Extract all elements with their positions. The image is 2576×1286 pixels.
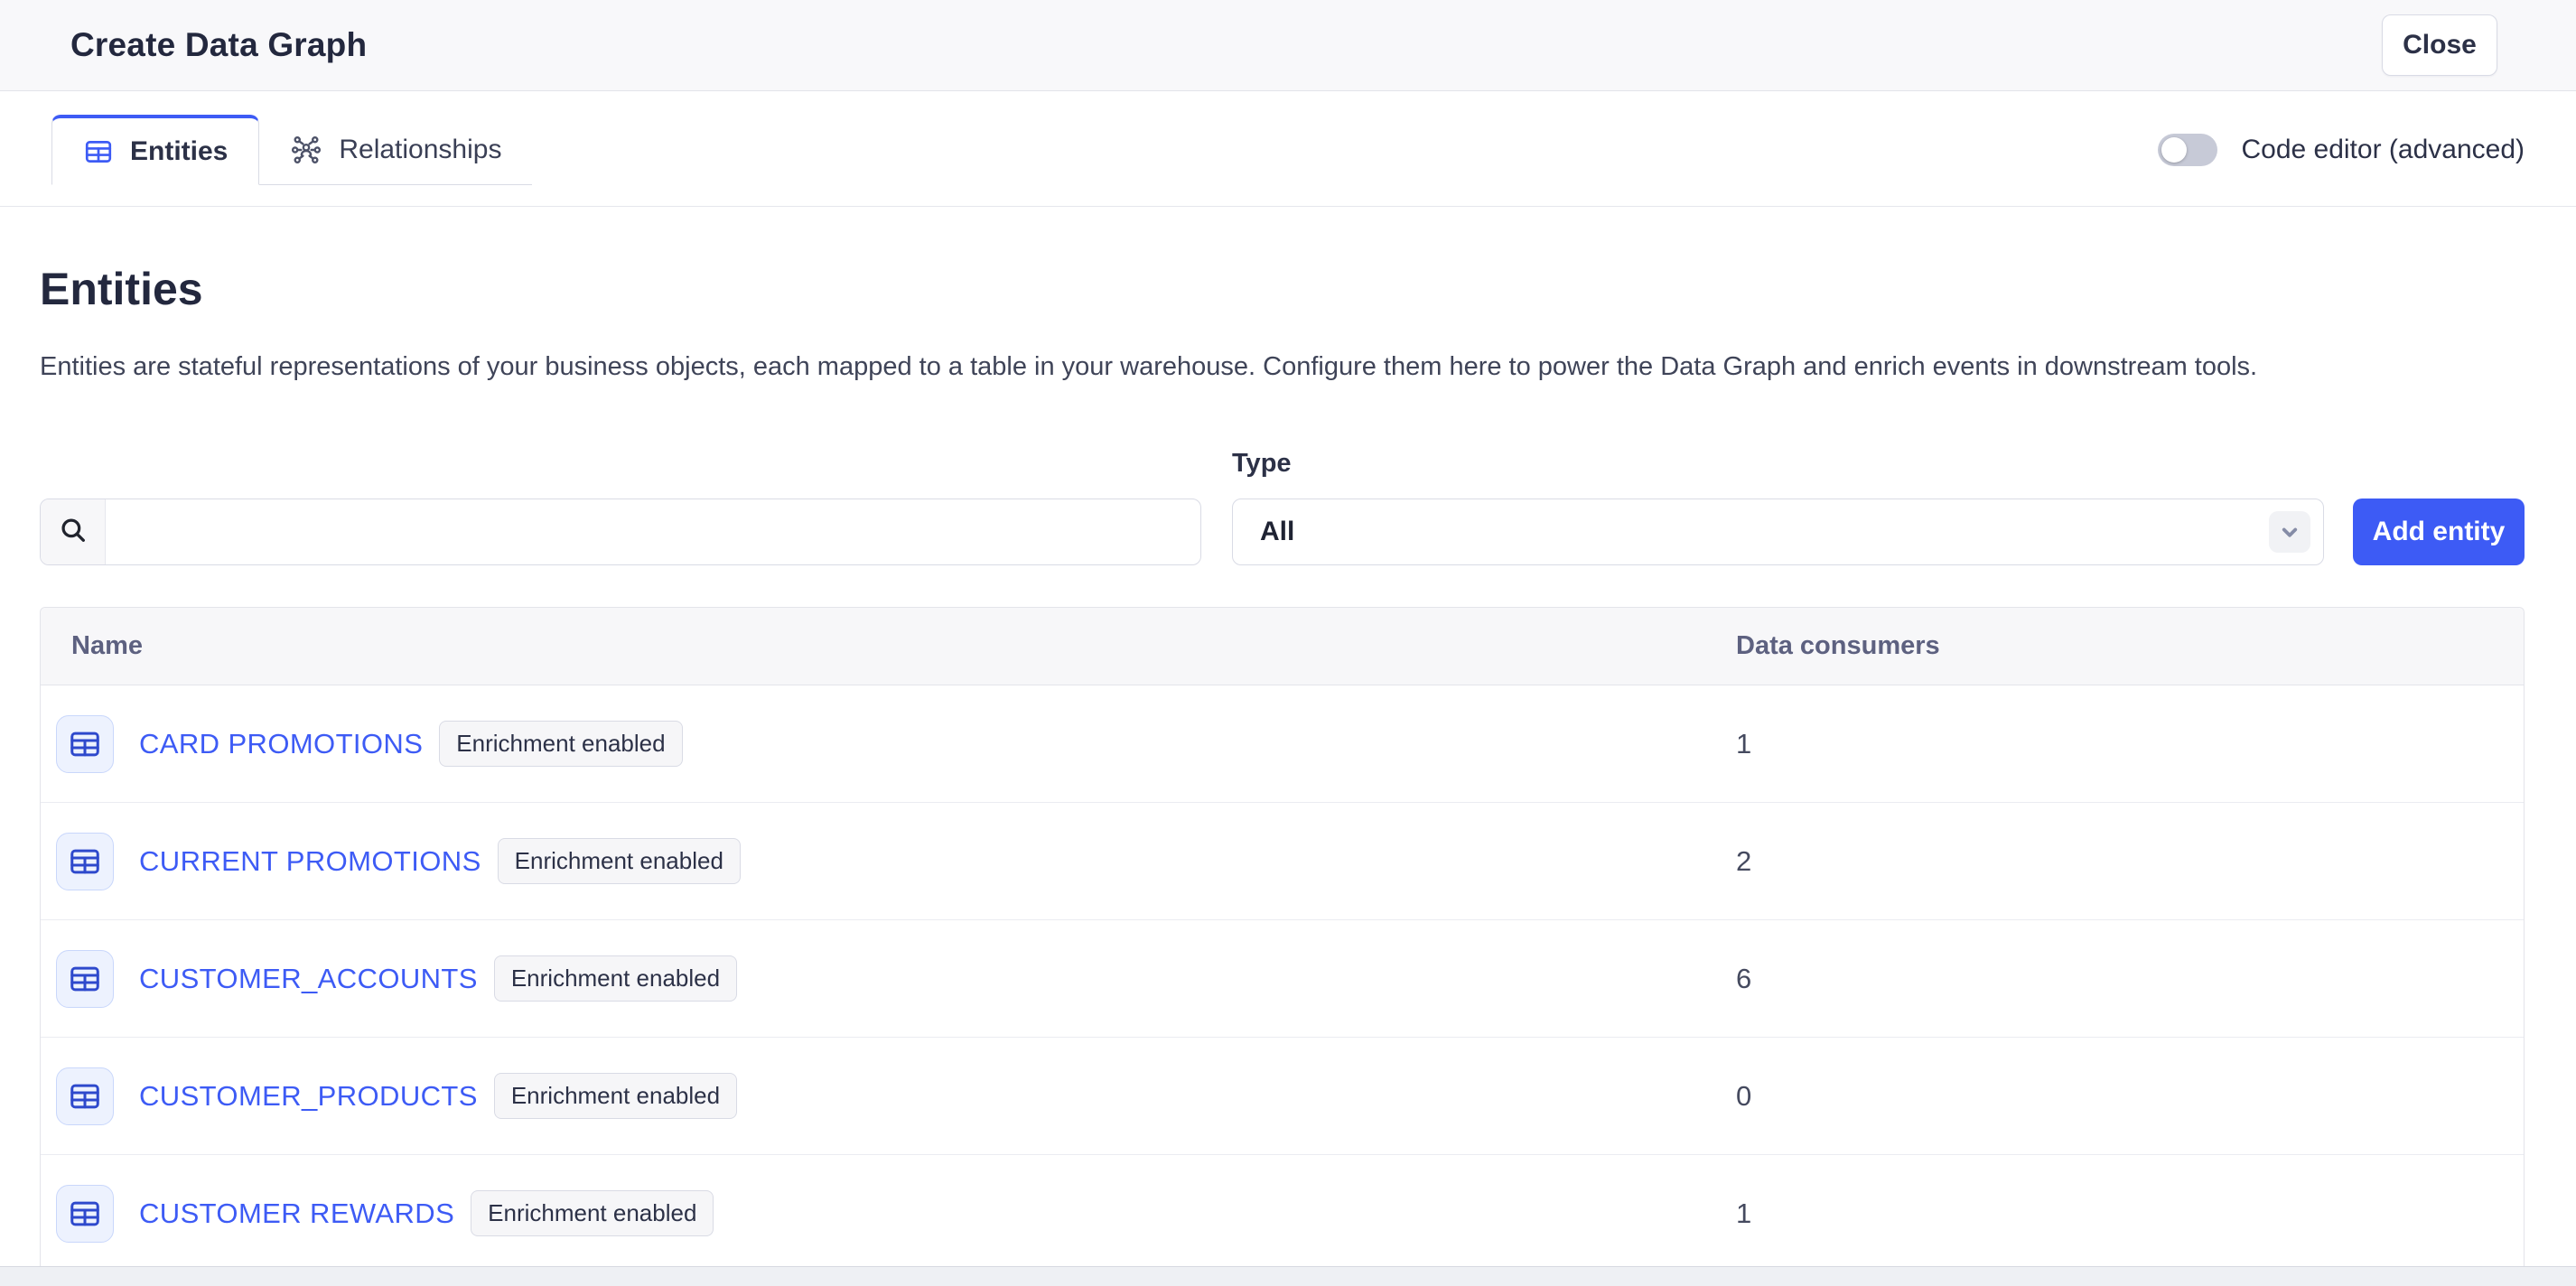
enrichment-badge: Enrichment enabled bbox=[471, 1190, 714, 1236]
type-filter-select[interactable]: All bbox=[1232, 499, 2324, 565]
search-prefix bbox=[41, 499, 106, 564]
name-cell: CUSTOMER_PRODUCTS Enrichment enabled bbox=[41, 1067, 1736, 1125]
entity-table-icon bbox=[56, 833, 114, 890]
code-editor-toggle-label: Code editor (advanced) bbox=[2241, 135, 2525, 165]
toggle-knob bbox=[2161, 137, 2187, 163]
tab-entities[interactable]: Entities bbox=[51, 115, 259, 185]
data-consumers-value: 0 bbox=[1736, 1080, 2524, 1113]
column-header-name: Name bbox=[41, 631, 1736, 661]
data-consumers-value: 6 bbox=[1736, 963, 2524, 995]
search-icon bbox=[58, 515, 89, 550]
entity-link[interactable]: CARD PROMOTIONS bbox=[139, 728, 423, 760]
enrichment-badge: Enrichment enabled bbox=[494, 955, 737, 1002]
entity-link[interactable]: CUSTOMER REWARDS bbox=[139, 1197, 454, 1230]
entity-link[interactable]: CUSTOMER_PRODUCTS bbox=[139, 1080, 478, 1113]
search-box bbox=[40, 499, 1201, 565]
entities-table: Name Data consumers CARD PROMOTIONS Enri… bbox=[40, 607, 2525, 1272]
table-row[interactable]: CURRENT PROMOTIONS Enrichment enabled 2 bbox=[41, 803, 2524, 920]
table-row[interactable]: CUSTOMER_PRODUCTS Enrichment enabled 0 bbox=[41, 1038, 2524, 1155]
entity-table-icon bbox=[56, 1185, 114, 1243]
add-entity-button[interactable]: Add entity bbox=[2353, 499, 2525, 565]
type-filter-value: All bbox=[1260, 517, 1294, 547]
code-editor-toggle-group: Code editor (advanced) bbox=[2158, 115, 2525, 185]
name-cell: CURRENT PROMOTIONS Enrichment enabled bbox=[41, 833, 1736, 890]
table-row[interactable]: CUSTOMER_ACCOUNTS Enrichment enabled 6 bbox=[41, 920, 2524, 1038]
enrichment-badge: Enrichment enabled bbox=[498, 838, 741, 884]
tab-relationships[interactable]: Relationships bbox=[259, 115, 532, 184]
name-cell: CUSTOMER REWARDS Enrichment enabled bbox=[41, 1185, 1736, 1243]
section-description: Entities are stateful representations of… bbox=[40, 348, 2525, 386]
table-row[interactable]: CUSTOMER REWARDS Enrichment enabled 1 bbox=[41, 1155, 2524, 1272]
name-cell: CUSTOMER_ACCOUNTS Enrichment enabled bbox=[41, 950, 1736, 1008]
entity-link[interactable]: CUSTOMER_ACCOUNTS bbox=[139, 963, 478, 995]
entity-table-icon bbox=[56, 1067, 114, 1125]
table-header-row: Name Data consumers bbox=[41, 608, 2524, 685]
column-header-data-consumers: Data consumers bbox=[1736, 631, 2524, 661]
section-heading: Entities bbox=[40, 263, 2525, 315]
modal-header: Create Data Graph Close bbox=[0, 0, 2576, 91]
data-consumers-value: 2 bbox=[1736, 845, 2524, 878]
close-button[interactable]: Close bbox=[2382, 14, 2497, 76]
table-icon bbox=[83, 136, 114, 167]
tab-group: Entities bbox=[51, 115, 532, 185]
entity-table-icon bbox=[56, 950, 114, 1008]
entity-table-icon bbox=[56, 715, 114, 773]
chevron-down-icon bbox=[2269, 511, 2310, 553]
name-cell: CARD PROMOTIONS Enrichment enabled bbox=[41, 715, 1736, 773]
tab-bar: Entities bbox=[0, 91, 2576, 207]
code-editor-toggle[interactable] bbox=[2158, 134, 2217, 166]
tab-label: Relationships bbox=[339, 135, 501, 165]
controls-row: Type All Add entity bbox=[40, 449, 2525, 565]
enrichment-badge: Enrichment enabled bbox=[439, 721, 682, 767]
relationships-graph-icon bbox=[290, 134, 322, 166]
page-title: Create Data Graph bbox=[70, 26, 367, 64]
type-filter-group: Type All bbox=[1232, 449, 2324, 565]
table-row[interactable]: CARD PROMOTIONS Enrichment enabled 1 bbox=[41, 685, 2524, 803]
type-filter-label: Type bbox=[1232, 449, 2324, 479]
entity-link[interactable]: CURRENT PROMOTIONS bbox=[139, 845, 481, 878]
entities-section: Entities Entities are stateful represent… bbox=[0, 263, 2576, 1272]
tab-label: Entities bbox=[130, 136, 228, 167]
modal-footer-edge bbox=[0, 1266, 2576, 1286]
data-consumers-value: 1 bbox=[1736, 728, 2524, 760]
data-consumers-value: 1 bbox=[1736, 1197, 2524, 1230]
enrichment-badge: Enrichment enabled bbox=[494, 1073, 737, 1119]
search-input[interactable] bbox=[106, 499, 1200, 564]
